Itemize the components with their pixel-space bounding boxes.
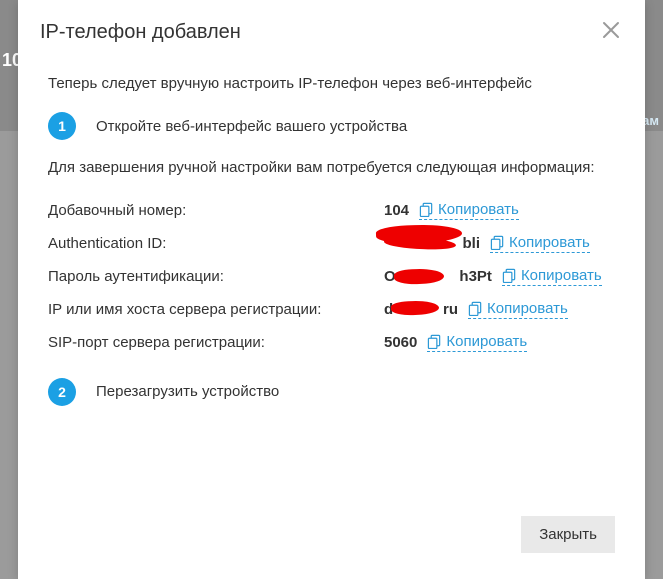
copy-label: Копировать: [487, 300, 568, 317]
copy-icon: [502, 268, 517, 283]
copy-icon: [427, 334, 442, 349]
row-port: SIP-порт сервера регистрации: 5060 Копир…: [48, 333, 615, 352]
step-2-number: 2: [48, 378, 76, 406]
extension-value: 104: [384, 202, 409, 219]
step-2: 2 Перезагрузить устройство: [48, 378, 615, 406]
info-table: Добавочный номер: 104 Копировать Authent…: [48, 201, 615, 352]
row-host: IP или имя хоста сервера регистрации: d …: [48, 300, 615, 319]
copy-label: Копировать: [446, 333, 527, 350]
copy-label: Копировать: [521, 267, 602, 284]
copy-icon: [419, 202, 434, 217]
row-password: Пароль аутентификации: O h3Pt O██████h3P…: [48, 267, 615, 286]
copy-icon: [468, 301, 483, 316]
step-2-label: Перезагрузить устройство: [96, 382, 279, 402]
copy-label: Копировать: [509, 234, 590, 251]
close-button[interactable]: Закрыть: [521, 516, 615, 553]
copy-icon: [490, 235, 505, 250]
row-extension: Добавочный номер: 104 Копировать: [48, 201, 615, 220]
step-1-label: Откройте веб-интерфейс вашего устройства: [96, 117, 407, 137]
modal-title: IP-телефон добавлен: [40, 21, 241, 44]
auth-id-label: Authentication ID:: [48, 235, 384, 252]
modal-body: Теперь следует вручную настроить IP-теле…: [18, 56, 645, 500]
password-label: Пароль аутентификации:: [48, 268, 384, 285]
host-value: d ru d████ru: [384, 301, 458, 318]
backdrop: 10 ам IP-телефон добавлен Теперь следует…: [0, 0, 663, 579]
port-value: 5060: [384, 334, 417, 351]
copy-password-button[interactable]: Копировать: [502, 267, 602, 286]
auth-id-value: ███████bli bli: [384, 235, 480, 252]
close-icon[interactable]: [597, 16, 625, 48]
host-label: IP или имя хоста сервера регистрации:: [48, 301, 384, 318]
copy-extension-button[interactable]: Копировать: [419, 201, 519, 220]
copy-auth-id-button[interactable]: Копировать: [490, 234, 590, 253]
subtext: Для завершения ручной настройки вам потр…: [48, 158, 615, 178]
step-1: 1 Откройте веб-интерфейс вашего устройст…: [48, 112, 615, 140]
copy-port-button[interactable]: Копировать: [427, 333, 527, 352]
row-auth-id: Authentication ID: ███████bli bli Копиро…: [48, 234, 615, 253]
modal-dialog: IP-телефон добавлен Теперь следует вручн…: [18, 0, 645, 579]
modal-footer: Закрыть: [18, 500, 645, 579]
modal-header: IP-телефон добавлен: [18, 0, 645, 56]
password-value: O h3Pt O██████h3Pt: [384, 268, 492, 285]
step-1-number: 1: [48, 112, 76, 140]
copy-host-button[interactable]: Копировать: [468, 300, 568, 319]
extension-label: Добавочный номер:: [48, 202, 384, 219]
port-label: SIP-порт сервера регистрации:: [48, 334, 384, 351]
intro-text: Теперь следует вручную настроить IP-теле…: [48, 74, 615, 94]
copy-label: Копировать: [438, 201, 519, 218]
